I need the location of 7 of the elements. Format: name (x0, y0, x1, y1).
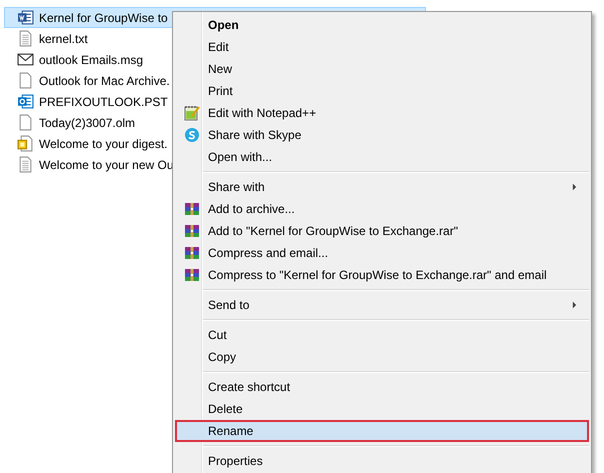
file-name: Outlook for Mac Archive. (39, 74, 170, 88)
file-name: PREFIXOUTLOOK.PST (39, 94, 168, 108)
file-name: outlook Emails.msg (39, 52, 144, 66)
file-name: kernel.txt (39, 32, 88, 46)
file-name: Welcome to your digest. (39, 136, 168, 150)
file-name: Today(2)3007.olm (39, 116, 136, 130)
file-name: Kernel for GroupWise to (39, 10, 168, 24)
